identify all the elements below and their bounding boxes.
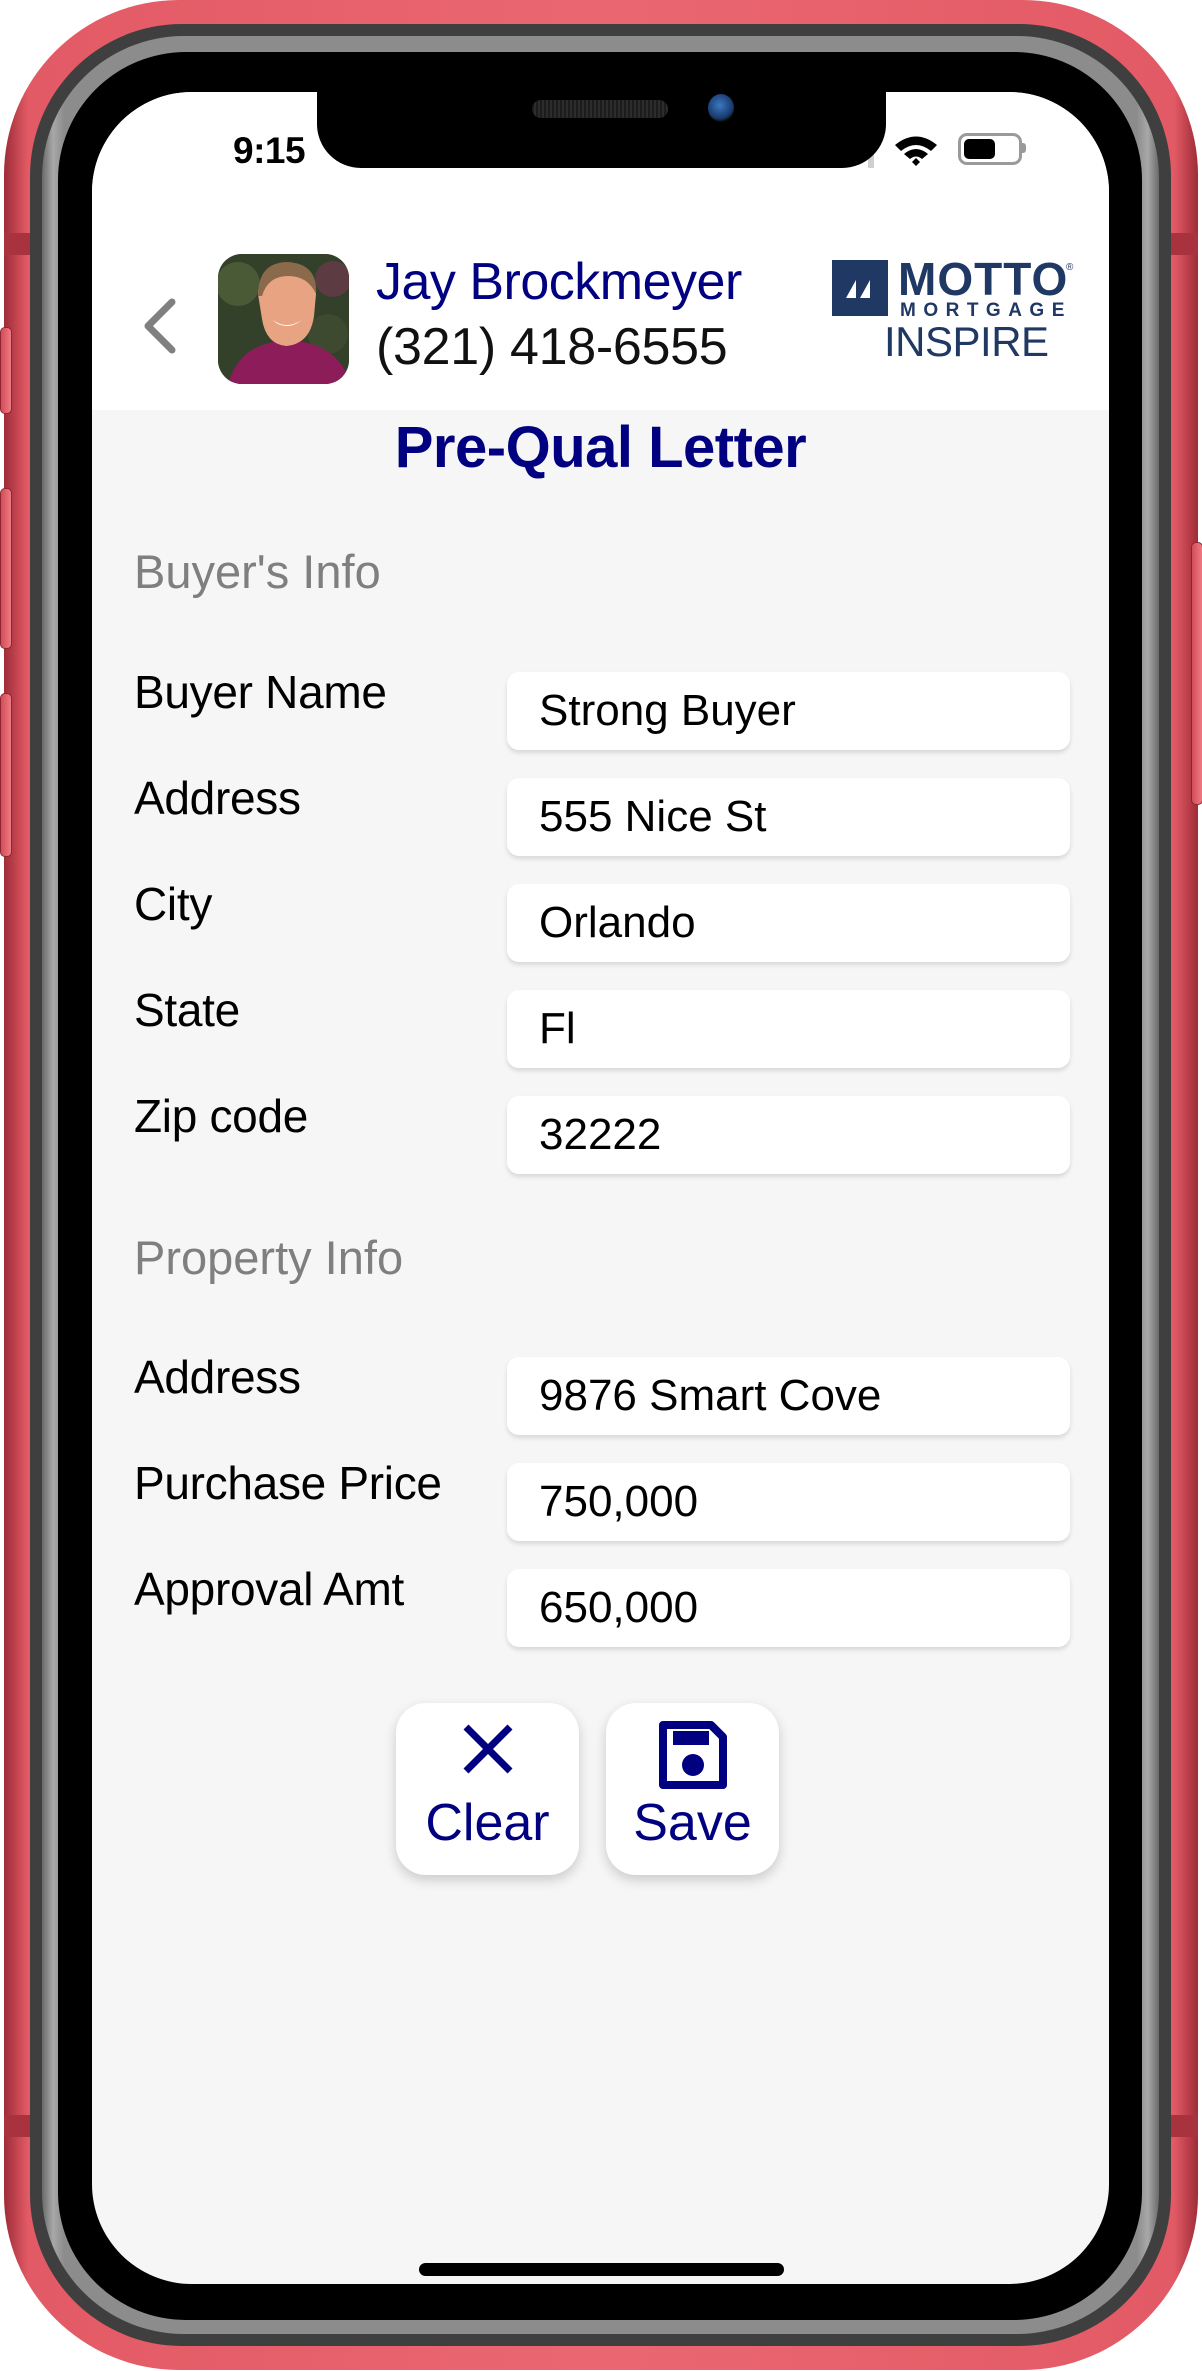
page-title: Pre-Qual Letter bbox=[394, 415, 807, 480]
logo-registered-mark: ® bbox=[1066, 262, 1074, 273]
frame-antenna-band bbox=[1171, 2115, 1198, 2137]
buyer-address-input[interactable] bbox=[507, 778, 1070, 856]
volume-up-button bbox=[0, 488, 12, 649]
approval-amount-input[interactable] bbox=[507, 1569, 1070, 1647]
buyer-city-input[interactable] bbox=[507, 884, 1070, 962]
chevron-left-icon[interactable] bbox=[142, 298, 178, 354]
mute-switch bbox=[0, 327, 12, 414]
clear-button[interactable]: Clear bbox=[396, 1703, 579, 1875]
close-icon bbox=[463, 1724, 512, 1774]
agent-name[interactable]: Jay Brockmeyer bbox=[376, 252, 742, 312]
volume-down-button bbox=[0, 693, 12, 857]
section-label-buyer: Buyer's Info bbox=[134, 545, 381, 598]
field-label: City bbox=[134, 878, 213, 930]
front-camera bbox=[708, 94, 734, 122]
field-label: Purchase Price bbox=[134, 1457, 442, 1509]
company-logo: MOTTO ® MORTGAGE INSPIRE bbox=[832, 253, 1082, 365]
buyer-state-input[interactable] bbox=[507, 990, 1070, 1068]
floppy-disk-icon bbox=[658, 1721, 727, 1789]
logo-mark-icon bbox=[832, 260, 888, 316]
status-time: 9:15 bbox=[233, 130, 306, 171]
save-button[interactable]: Save bbox=[606, 1703, 779, 1875]
field-label: Approval Amt bbox=[134, 1563, 404, 1615]
frame-antenna-band bbox=[4, 2115, 30, 2137]
phone-screen: 9:15 Jay Brockmeyer (321) 418-6555 MOTTO… bbox=[92, 92, 1109, 2284]
avatar bbox=[218, 254, 349, 384]
frame-antenna-band bbox=[1171, 233, 1198, 255]
speaker-grille bbox=[532, 100, 668, 118]
agent-phone[interactable]: (321) 418-6555 bbox=[376, 317, 728, 377]
field-label: State bbox=[134, 984, 240, 1036]
logo-text-inspire: INSPIRE bbox=[884, 318, 1049, 365]
clear-button-label: Clear bbox=[425, 1794, 550, 1852]
home-indicator[interactable] bbox=[419, 2263, 784, 2276]
save-button-label: Save bbox=[633, 1794, 752, 1852]
logo-text-motto: MOTTO bbox=[898, 253, 1069, 305]
section-label-property: Property Info bbox=[134, 1231, 404, 1284]
notch bbox=[317, 92, 886, 168]
buyer-zip-input[interactable] bbox=[507, 1096, 1070, 1174]
field-label: Address bbox=[134, 1351, 301, 1403]
frame-antenna-band bbox=[4, 233, 30, 255]
battery-level bbox=[964, 139, 996, 159]
field-label: Zip code bbox=[134, 1090, 309, 1142]
wifi-icon bbox=[895, 136, 937, 166]
agent-photo bbox=[218, 254, 349, 384]
battery-tip bbox=[1022, 143, 1026, 153]
field-label: Buyer Name bbox=[134, 666, 387, 718]
purchase-price-input[interactable] bbox=[507, 1463, 1070, 1541]
battery-icon bbox=[958, 133, 1022, 165]
buyer-name-input[interactable] bbox=[507, 672, 1070, 750]
property-address-input[interactable] bbox=[507, 1357, 1070, 1435]
power-button bbox=[1191, 542, 1202, 805]
field-label: Address bbox=[134, 772, 301, 824]
